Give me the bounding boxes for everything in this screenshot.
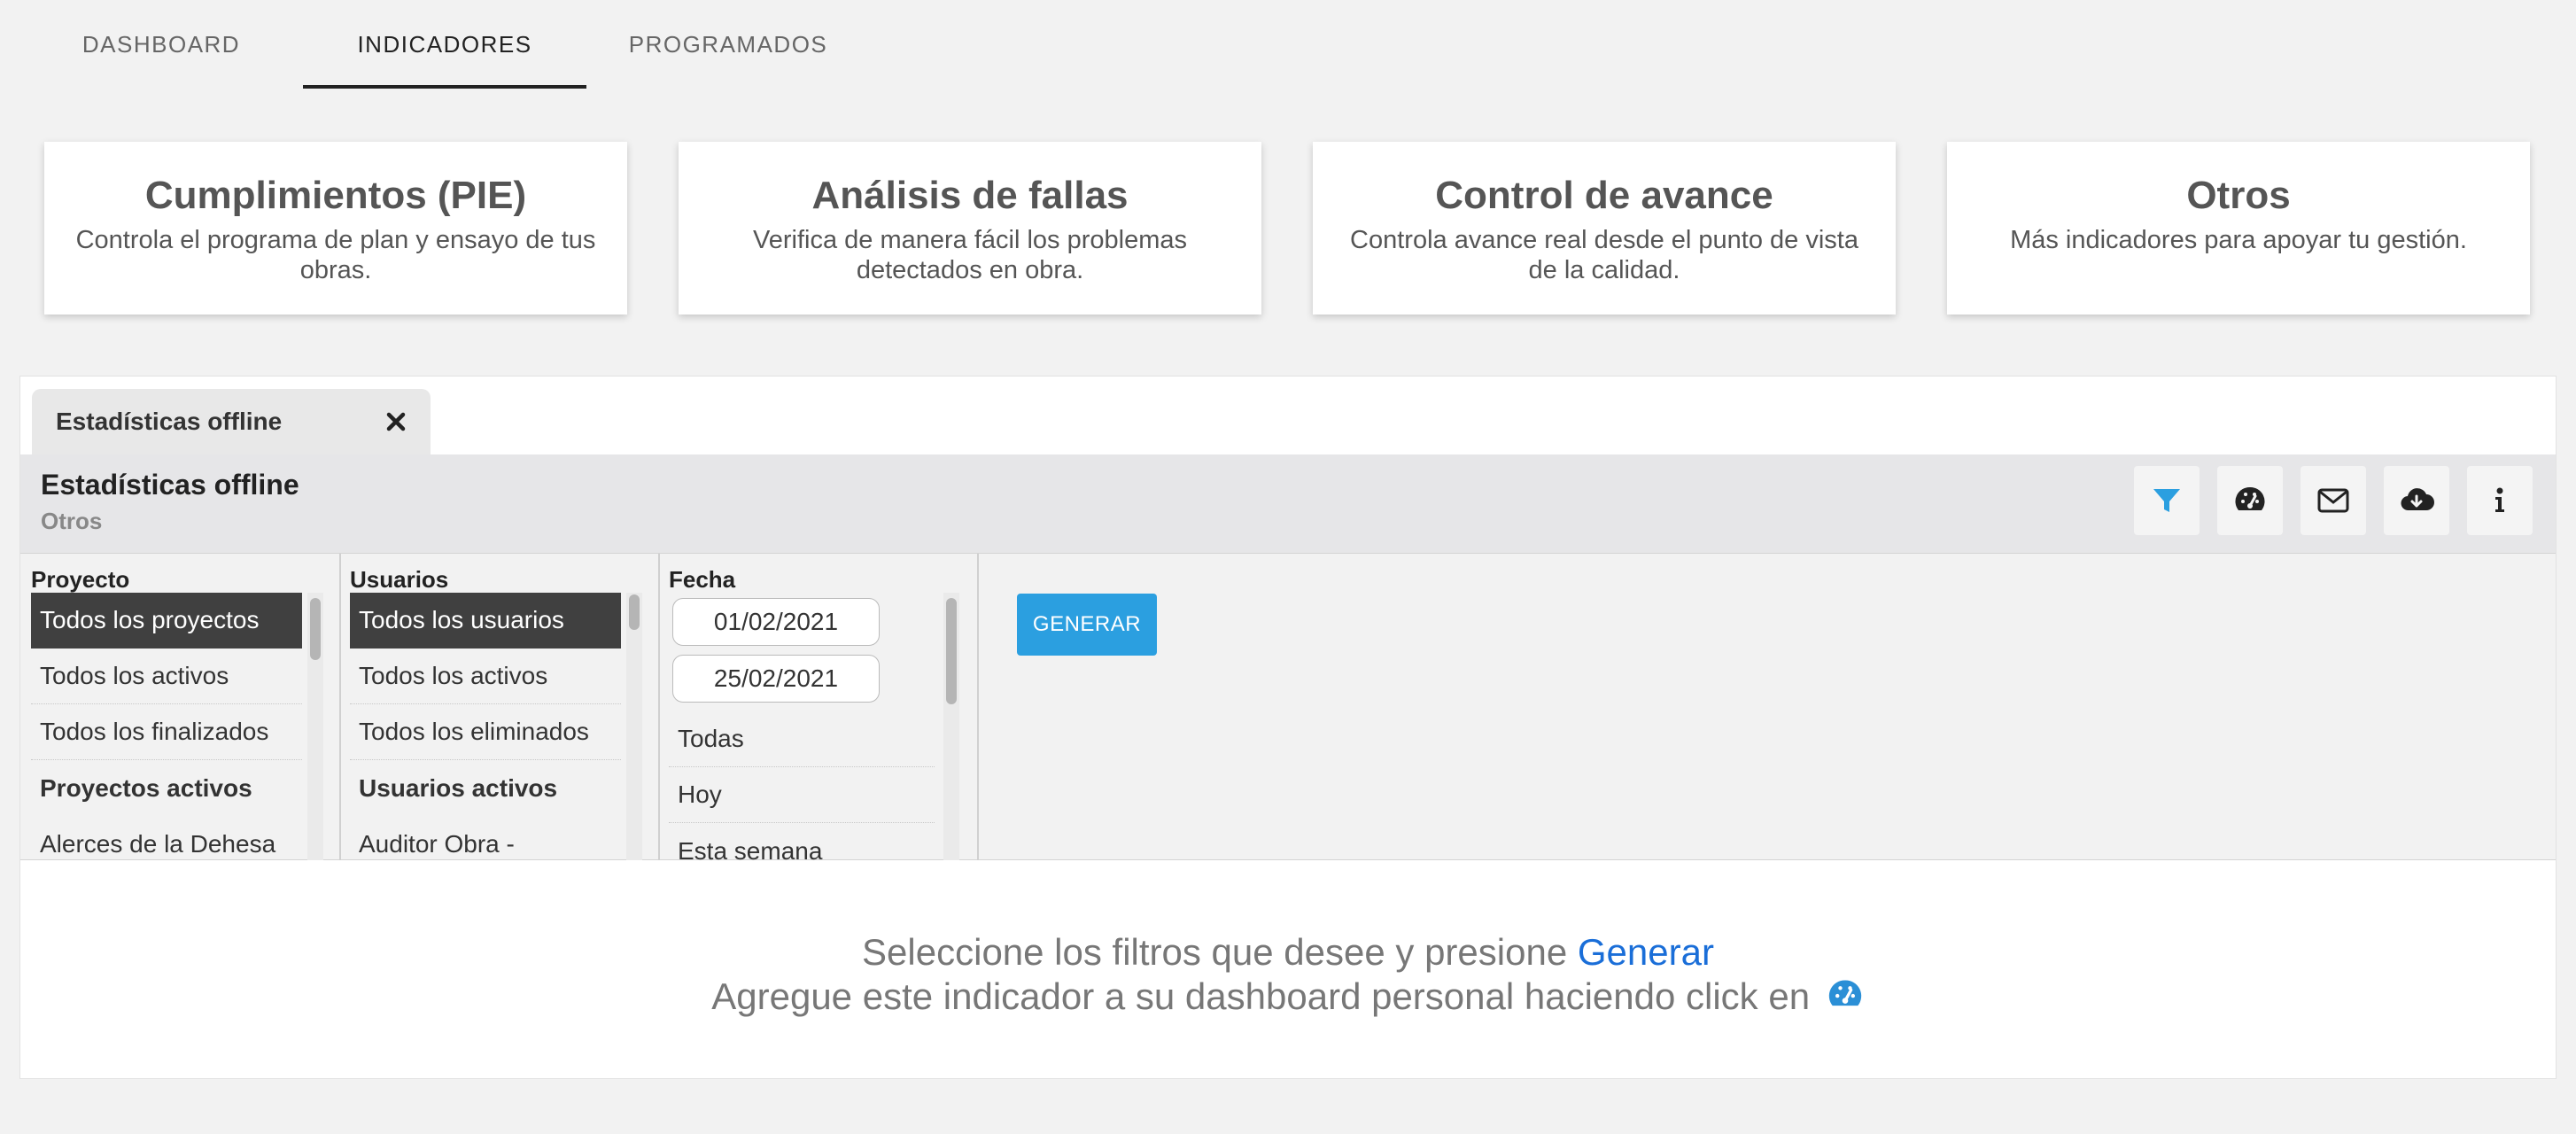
card-description: Verifica de manera fácil los problemas d…	[752, 226, 1187, 284]
list-item[interactable]: Todos los usuarios	[350, 593, 621, 649]
end-date-input[interactable]	[672, 655, 880, 703]
filters-area: Proyecto Todos los proyectos Todos los a…	[20, 554, 2556, 860]
usuarios-scrollbar[interactable]	[626, 593, 642, 860]
list-group-label: Proyectos activos	[40, 773, 252, 802]
filter-icon	[2153, 489, 2180, 512]
card-description: Controla avance real desde el punto de v…	[1350, 226, 1858, 284]
close-icon[interactable]	[384, 410, 407, 433]
info-button[interactable]	[2467, 466, 2533, 535]
proyecto-scrollbar[interactable]	[307, 593, 323, 860]
filter-label: Proyecto	[31, 566, 130, 593]
start-date-input[interactable]	[672, 598, 880, 646]
top-navigation: DASHBOARD INDICADORES PROGRAMADOS	[0, 0, 2576, 89]
filter-label: Fecha	[669, 566, 736, 593]
fecha-scrollbar[interactable]	[943, 593, 959, 860]
gauge-icon[interactable]	[1826, 975, 1865, 1014]
usuarios-list[interactable]: Todos los usuarios Todos los activos Tod…	[350, 593, 621, 860]
panel-title: Estadísticas offline	[41, 469, 299, 501]
list-item[interactable]: Todos los eliminados	[350, 704, 621, 760]
card-control-avance[interactable]: Control de avance Controla avance real d…	[1313, 142, 1896, 315]
panel-header: Estadísticas offline Otros	[20, 454, 2556, 554]
card-title: Cumplimientos (PIE)	[144, 174, 527, 217]
card-analisis-fallas[interactable]: Análisis de fallas Verifica de manera fá…	[679, 142, 1261, 315]
info-icon	[2495, 487, 2504, 512]
list-item[interactable]: Todos los activos	[350, 649, 621, 704]
list-item[interactable]: Todos los proyectos	[31, 593, 302, 649]
message-text: Agregue este indicador a su dashboard pe…	[711, 975, 1820, 1017]
proyecto-list[interactable]: Todos los proyectos Todos los activos To…	[31, 593, 302, 860]
fecha-list[interactable]: Todas Hoy Esta semana	[669, 593, 935, 860]
filter-button[interactable]	[2134, 466, 2200, 535]
list-item[interactable]: Hoy	[669, 767, 935, 823]
envelope-icon	[2317, 488, 2349, 513]
card-title: Análisis de fallas	[811, 174, 1129, 217]
tab-dashboard[interactable]: DASHBOARD	[53, 0, 269, 89]
download-button[interactable]	[2384, 466, 2449, 535]
list-item[interactable]: Todos los activos	[31, 649, 302, 704]
list-item[interactable]: Esta semana	[669, 823, 935, 861]
card-otros[interactable]: Otros Más indicadores para apoyar tu ges…	[1947, 142, 2530, 315]
list-item[interactable]: Todos los finalizados	[31, 704, 302, 760]
card-cumplimientos[interactable]: Cumplimientos (PIE) Controla el programa…	[44, 142, 627, 315]
card-description: Más indicadores para apoyar tu gestión.	[2010, 226, 2467, 254]
panel-tab-label: Estadísticas offline	[56, 408, 283, 435]
tab-indicadores[interactable]: INDICADORES	[303, 0, 586, 89]
message-line-2: Agregue este indicador a su dashboard pe…	[20, 975, 2556, 1019]
card-description: Controla el programa de plan y ensayo de…	[75, 226, 596, 284]
indicator-panel: Estadísticas offline Estadísticas offlin…	[19, 376, 2557, 1079]
filter-proyecto: Proyecto Todos los proyectos Todos los a…	[20, 554, 341, 860]
instructions-message: Seleccione los filtros que desee y presi…	[20, 930, 2556, 1019]
message-line-1: Seleccione los filtros que desee y presi…	[20, 930, 2556, 975]
panel-tab-estadisticas[interactable]: Estadísticas offline	[32, 389, 431, 454]
tab-programados[interactable]: PROGRAMADOS	[620, 0, 836, 89]
card-title: Control de avance	[1435, 174, 1773, 217]
scrollbar-thumb[interactable]	[310, 598, 321, 660]
scrollbar-thumb[interactable]	[629, 594, 640, 630]
filter-usuarios: Usuarios Todos los usuarios Todos los ac…	[339, 554, 660, 860]
gauge-icon	[2235, 486, 2265, 510]
cloud-download-icon	[2401, 488, 2434, 511]
list-item[interactable]: Todas	[669, 711, 935, 767]
filter-fecha: Fecha Todas Hoy Esta semana	[658, 554, 979, 860]
card-title: Otros	[2186, 174, 2291, 217]
add-to-dashboard-button[interactable]	[2217, 466, 2283, 535]
email-button[interactable]	[2301, 466, 2366, 535]
generar-link[interactable]: Generar	[1578, 931, 1714, 973]
scrollbar-thumb[interactable]	[946, 598, 957, 704]
panel-subtitle: Otros	[41, 508, 103, 534]
message-text: Seleccione los filtros que desee y presi…	[862, 931, 1578, 973]
list-item[interactable]: Alerces de la Dehesa	[31, 816, 302, 860]
generate-button[interactable]: GENERAR	[1017, 594, 1157, 656]
filter-label: Usuarios	[350, 566, 449, 593]
list-group-label: Usuarios activos	[359, 773, 558, 802]
list-item[interactable]: Auditor Obra -	[350, 816, 621, 860]
